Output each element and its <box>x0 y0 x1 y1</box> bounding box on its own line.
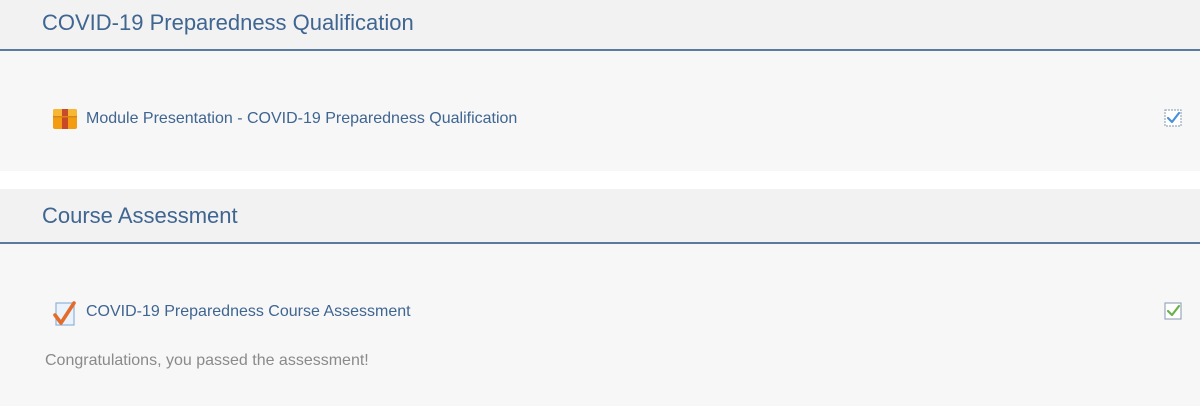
section-header-assessment: Course Assessment <box>0 189 1200 244</box>
package-icon <box>52 107 78 131</box>
section-title: COVID-19 Preparedness Qualification <box>42 10 414 35</box>
activity-course-assessment[interactable]: COVID-19 Preparedness Course Assessment <box>52 300 411 326</box>
completion-checkbox-icon[interactable] <box>1164 302 1182 320</box>
quiz-icon <box>52 300 78 326</box>
completion-checkbox-icon[interactable] <box>1164 109 1182 127</box>
activity-module-presentation[interactable]: Module Presentation - COVID-19 Preparedn… <box>52 107 517 131</box>
assessment-status-message: Congratulations, you passed the assessme… <box>45 352 369 369</box>
activity-link[interactable]: Module Presentation - COVID-19 Preparedn… <box>86 110 517 128</box>
section-title: Course Assessment <box>42 203 238 228</box>
section-header-qualification: COVID-19 Preparedness Qualification <box>0 0 1200 51</box>
activity-link[interactable]: COVID-19 Preparedness Course Assessment <box>86 303 411 321</box>
section-body-assessment: COVID-19 Preparedness Course Assessment … <box>0 244 1200 406</box>
section-gap <box>0 171 1200 189</box>
section-body-qualification: Module Presentation - COVID-19 Preparedn… <box>0 51 1200 171</box>
